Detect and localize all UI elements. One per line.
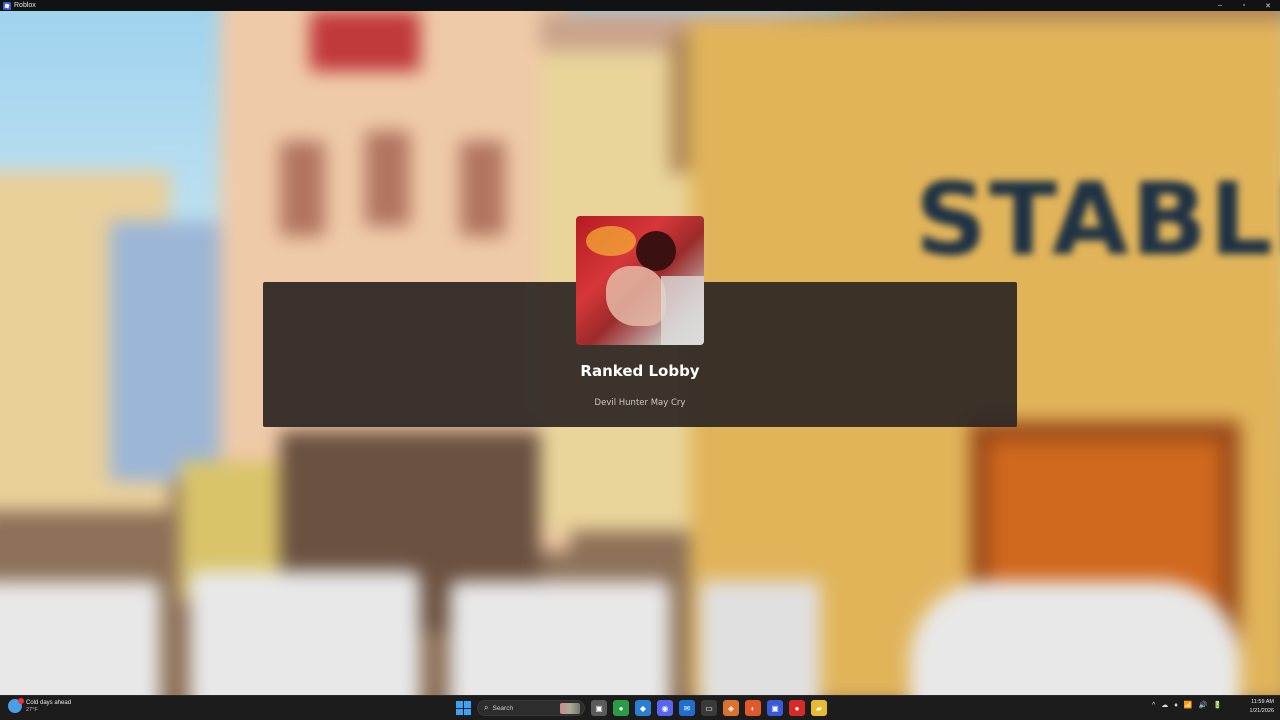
record-taskbar-icon[interactable]: ●: [789, 700, 805, 716]
window-title: Roblox: [14, 2, 36, 9]
tray-icon-0[interactable]: ^: [1152, 702, 1155, 709]
tray-icon-2[interactable]: ♦: [1174, 702, 1178, 709]
firefox-taskbar-icon[interactable]: ◐: [745, 700, 761, 716]
clock-time: 11:59 AM: [1251, 699, 1274, 705]
place-name: Ranked Lobby: [580, 362, 700, 380]
explorer-taskbar-icon[interactable]: ▰: [811, 700, 827, 716]
weather-icon: [8, 698, 24, 713]
search-label: Search: [492, 704, 514, 712]
weather-temp: 27°F: [26, 706, 38, 713]
clock[interactable]: 11:59 AM 1/21/2026: [1240, 698, 1274, 716]
chrome-taskbar-icon[interactable]: ●: [613, 700, 629, 716]
maximize-button[interactable]: ▫: [1232, 0, 1256, 11]
close-button[interactable]: ✕: [1256, 0, 1280, 11]
task-view-taskbar-icon[interactable]: ▣: [591, 700, 607, 716]
clock-date: 1/21/2026: [1249, 708, 1274, 714]
roblox-studio-taskbar-icon[interactable]: ▣: [767, 700, 783, 716]
tray-icon-1[interactable]: ☁: [1161, 701, 1168, 709]
stable-sign: STABLE: [915, 161, 1280, 278]
game-name: Devil Hunter May Cry: [594, 398, 686, 408]
start-button[interactable]: [455, 700, 471, 716]
mail-taskbar-icon[interactable]: ✉: [679, 700, 695, 716]
taskbar-search[interactable]: ⌕ Search: [477, 700, 585, 716]
weather-text: Cold days ahead: [26, 699, 72, 706]
vscode-taskbar-icon[interactable]: ◆: [635, 700, 651, 716]
game-thumbnail: [576, 216, 704, 345]
minimize-button[interactable]: –: [1208, 0, 1232, 11]
screen: Roblox – ▫ ✕ STABL Ranked Lobby Devil Hu…: [0, 0, 1280, 720]
roblox-app-icon: [3, 1, 11, 10]
window-titlebar[interactable]: Roblox – ▫ ✕: [0, 0, 1280, 11]
git-taskbar-icon[interactable]: ◈: [723, 700, 739, 716]
weather-widget[interactable]: Cold days ahead 27°F: [8, 698, 72, 713]
tray-icon-4[interactable]: 🔊: [1199, 701, 1208, 709]
tray-icon-3[interactable]: 📶: [1184, 701, 1193, 709]
terminal-taskbar-icon[interactable]: ▭: [701, 700, 717, 716]
tray-icon-5[interactable]: 🔋: [1213, 701, 1222, 709]
taskbar: Cold days ahead 27°F ⌕ Search ▣ ● ◆ ◉ ✉ ▭ ◈ ◐ ▣ ●…: [0, 695, 1280, 720]
system-tray: ^ ☁ ♦ 📶 🔊 🔋: [1152, 701, 1222, 710]
search-icon: ⌕: [484, 703, 489, 712]
discord-taskbar-icon[interactable]: ◉: [657, 700, 673, 716]
search-highlight-image: [560, 703, 580, 714]
